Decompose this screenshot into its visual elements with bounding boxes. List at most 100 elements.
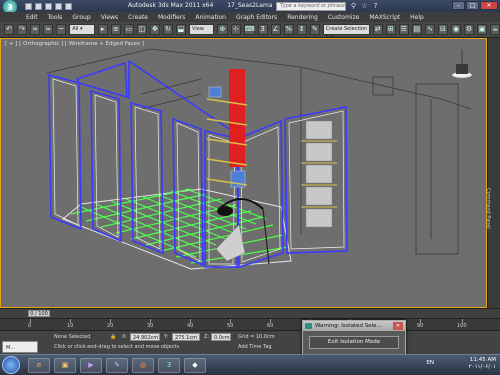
explorer-icon[interactable]: ▣ (54, 358, 76, 373)
edit-named-sets-icon[interactable]: ✎ (309, 24, 320, 35)
exit-isolation-button[interactable]: Exit Isolation Mode (309, 336, 399, 349)
menu-rendering[interactable]: Rendering (287, 14, 318, 21)
dialog-title-bar[interactable]: Warning: Isolated Sele... ✕ (303, 321, 405, 331)
angle-snap-icon[interactable]: ∠ (270, 24, 281, 35)
3dsmax-taskbar-icon[interactable]: 3 (158, 358, 180, 373)
ruler-label: 10 (67, 323, 74, 329)
binoculars-icon[interactable]: ⚲ (349, 2, 358, 10)
lock-selection-icon[interactable]: 🔒 (110, 334, 116, 340)
new-file-icon[interactable] (25, 2, 32, 10)
unlink-icon[interactable]: ≈ (43, 24, 54, 35)
clock-time[interactable]: 11:45 AM (469, 357, 496, 364)
align-icon[interactable]: ⊞ (385, 24, 396, 35)
menu-tools[interactable]: Tools (48, 14, 63, 21)
window-crossing-icon[interactable]: ◫ (136, 24, 147, 35)
windows-taskbar: e ▣ ▶ ✎ ◍ 3 ◆ EN 11:45 AM ۲۰۱۱/۰۶/۰۱ (0, 354, 500, 375)
y-label: Y: (164, 334, 169, 340)
file-title: 17_Seas2Lama (227, 2, 273, 9)
time-slider-handle[interactable]: 0 / 100 (28, 310, 50, 317)
main-toolbar: ↶ ↷ ∞ ≈ ~ All ▾ ▸ ≡ ▭ ◫ ✥ ↻ ⬓ View ⊕ ⊹ ⌨… (0, 22, 500, 41)
app-title: Autodesk 3ds Max 2011 x64 (128, 2, 214, 9)
selection-filter-dropdown[interactable]: All ▾ (69, 24, 95, 35)
ruler-label: 60 (267, 323, 274, 329)
menu-animation[interactable]: Animation (195, 14, 226, 21)
z-coordinate-field[interactable]: 0.0cm (211, 333, 231, 341)
redo-icon[interactable] (65, 2, 72, 10)
command-panel[interactable]: Command Panel (485, 38, 500, 308)
maxscript-mini-listener[interactable]: M... (2, 341, 38, 353)
language-indicator[interactable]: EN (426, 360, 434, 367)
y-coordinate-field[interactable]: 275.1cm (172, 333, 200, 341)
close-button[interactable]: ✕ (480, 1, 498, 10)
undo-icon[interactable] (55, 2, 62, 10)
ruler-label: 0 (28, 323, 32, 329)
undo-icon[interactable]: ↶ (4, 24, 15, 35)
dialog-title: Warning: Isolated Sele... (315, 323, 382, 329)
menu-help[interactable]: Help (410, 14, 424, 21)
search-input[interactable]: Type a keyword or phrase (276, 2, 346, 11)
menu-maxscript[interactable]: MAXScript (369, 14, 400, 21)
close-icon[interactable]: ✕ (393, 322, 403, 330)
menu-customize[interactable]: Customize (328, 14, 360, 21)
ruler-label: 30 (147, 323, 154, 329)
minimize-button[interactable]: – (452, 1, 465, 10)
time-slider[interactable]: 0 / 100 (0, 308, 500, 318)
rect-selection-icon[interactable]: ▭ (123, 24, 134, 35)
curve-editor-icon[interactable]: ∿ (424, 24, 435, 35)
track-bar[interactable]: 0 10 20 30 40 50 60 70 80 90 100 (0, 318, 500, 330)
select-manipulate-icon[interactable]: ⊹ (230, 24, 241, 35)
star-icon[interactable]: ☆ (360, 2, 369, 10)
select-by-name-icon[interactable]: ≡ (110, 24, 121, 35)
material-editor-icon[interactable]: ◉ (450, 24, 462, 35)
snap-toggle-icon[interactable]: 3 (257, 24, 268, 35)
menu-edit[interactable]: Edit (26, 14, 38, 21)
menu-create[interactable]: Create (128, 14, 148, 21)
menu-views[interactable]: Views (101, 14, 118, 21)
clock-date[interactable]: ۲۰۱۱/۰۶/۰۱ (469, 364, 496, 371)
menu-graph-editors[interactable]: Graph Editors (236, 14, 277, 21)
window-title: Autodesk 3ds Max 2011 x64 17_Seas2Lama (128, 2, 273, 9)
app-taskbar-icon[interactable]: ◆ (184, 358, 206, 373)
rendered-frame-window-icon[interactable]: ▣ (477, 24, 488, 35)
ruler-label: 50 (227, 323, 234, 329)
menu-modifiers[interactable]: Modifiers (158, 14, 185, 21)
select-and-scale-icon[interactable]: ⬓ (175, 24, 187, 35)
select-and-rotate-icon[interactable]: ↻ (162, 24, 173, 35)
maximize-button[interactable]: □ (466, 1, 479, 10)
select-object-icon[interactable]: ▸ (97, 24, 108, 35)
keyboard-shortcut-icon[interactable]: ⌨ (243, 24, 255, 35)
render-production-icon[interactable]: ☕ (490, 24, 500, 35)
media-player-icon[interactable]: ▶ (80, 358, 102, 373)
add-time-tag[interactable]: Add Time Tag (238, 344, 272, 350)
layer-manager-icon[interactable]: ☰ (398, 24, 409, 35)
spinner-snap-icon[interactable]: ⇕ (296, 24, 307, 35)
x-coordinate-field[interactable]: 24.902cm (130, 333, 160, 341)
help-icon[interactable]: ? (371, 2, 380, 10)
named-selection-set-dropdown[interactable]: Create Selection Set (322, 24, 370, 41)
link-icon[interactable]: ∞ (30, 24, 41, 35)
menu-group[interactable]: Group (72, 14, 90, 21)
graphite-ribbon-icon[interactable]: ▤ (411, 24, 422, 35)
select-and-move-icon[interactable]: ✥ (149, 24, 160, 35)
prompt-line: Click or click-and-drag to select and mo… (54, 344, 180, 350)
bind-space-warp-icon[interactable]: ~ (56, 24, 67, 35)
save-file-icon[interactable] (45, 2, 52, 10)
paint-icon[interactable]: ✎ (106, 358, 128, 373)
redo-icon[interactable]: ↷ (17, 24, 28, 35)
reference-coordinate-dropdown[interactable]: View (189, 24, 215, 35)
open-file-icon[interactable] (35, 2, 42, 10)
x-label: X: (122, 334, 128, 340)
render-setup-icon[interactable]: ⚙ (464, 24, 475, 35)
pivot-center-icon[interactable]: ⊕ (217, 24, 228, 35)
status-bar: None Selected 🔒 X: 24.902cm Y: 275.1cm Z… (0, 330, 500, 354)
start-button[interactable] (2, 356, 20, 374)
percent-snap-icon[interactable]: % (283, 24, 294, 35)
schematic-view-icon[interactable]: ⊟ (437, 24, 448, 35)
ruler-label: 20 (107, 323, 114, 329)
z-label: Z: (204, 334, 210, 340)
ruler-label: 40 (187, 323, 194, 329)
internet-explorer-icon[interactable]: e (28, 358, 50, 373)
firefox-icon[interactable]: ◍ (132, 358, 154, 373)
mirror-icon[interactable]: ⇄ (372, 24, 383, 35)
perspective-viewport[interactable]: [ + ] [ Orthographic ] [ Wireframe + Edg… (0, 38, 487, 308)
